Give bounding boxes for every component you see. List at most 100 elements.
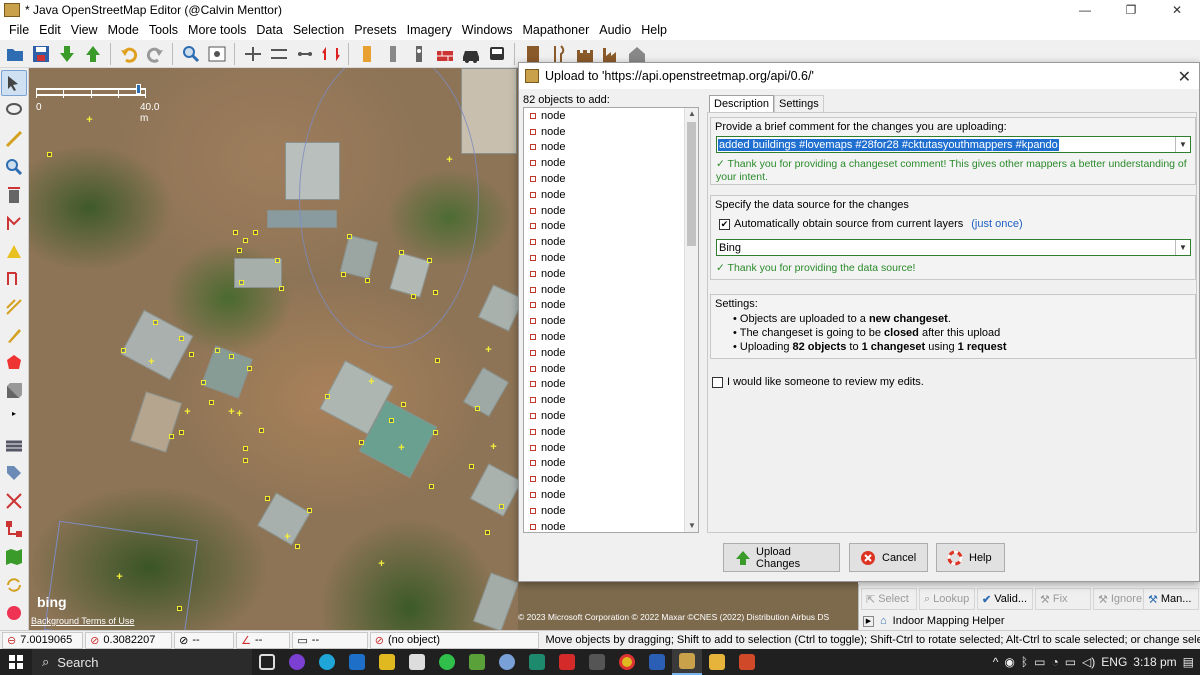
map-node[interactable] [201, 380, 206, 385]
bluetooth-icon[interactable]: ᛒ [1021, 655, 1028, 669]
align-icon[interactable] [293, 42, 316, 65]
upload-icon[interactable] [81, 42, 104, 65]
layers-panel-icon[interactable] [1, 432, 27, 458]
battery-icon[interactable]: ▭ [1034, 655, 1045, 669]
door-tool-icon[interactable] [381, 42, 404, 65]
parallel-mode-icon[interactable] [1, 210, 27, 236]
map-node[interactable] [229, 354, 234, 359]
validation-panel-icon[interactable] [1, 488, 27, 514]
map-node[interactable] [401, 402, 406, 407]
list-item[interactable]: node [524, 487, 698, 503]
list-item[interactable]: node [524, 124, 698, 140]
list-item[interactable]: node [524, 298, 698, 314]
map-node[interactable] [209, 400, 214, 405]
powerpoint-icon[interactable] [732, 649, 762, 675]
chevron-down-icon[interactable]: ▼ [1175, 240, 1190, 255]
map-node[interactable] [433, 430, 438, 435]
zoom-slider-knob[interactable] [136, 84, 141, 94]
map-node[interactable] [243, 238, 248, 243]
map-view[interactable]: + + + + + + + + + + + + + 0 40.0 m bing … [29, 68, 518, 630]
windows-start-icon[interactable] [0, 649, 32, 675]
map-node[interactable] [347, 234, 352, 239]
upload-changes-button[interactable]: Upload Changes [723, 543, 840, 572]
map-node[interactable] [179, 336, 184, 341]
scroll-up-arrow[interactable]: ▲ [685, 108, 698, 120]
map-node[interactable] [399, 250, 404, 255]
map-node[interactable] [177, 606, 182, 611]
layers-3d-icon[interactable] [1, 378, 27, 404]
menu-data[interactable]: Data [251, 23, 287, 37]
pencil-mode-icon[interactable] [1, 322, 27, 348]
expand-arrow-icon[interactable]: ▶ [863, 615, 874, 627]
menu-help[interactable]: Help [636, 23, 672, 37]
list-item[interactable]: node [524, 361, 698, 377]
list-item[interactable]: node [524, 155, 698, 171]
list-item[interactable]: node [524, 519, 698, 532]
auto-source-checkbox[interactable]: ✔ [719, 218, 730, 230]
list-item[interactable]: node [524, 234, 698, 250]
wall-tool-icon[interactable] [433, 42, 456, 65]
lookup-button[interactable]: ⌕ Lookup [919, 588, 975, 610]
changeset-comment-input[interactable]: added buildings #lovemaps #28for28 #cktu… [716, 136, 1191, 153]
car-icon[interactable] [459, 42, 482, 65]
whatsapp-icon[interactable] [432, 649, 462, 675]
map-node[interactable] [435, 358, 440, 363]
download-icon[interactable] [55, 42, 78, 65]
menu-more-tools[interactable]: More tools [183, 23, 251, 37]
map-node[interactable] [279, 286, 284, 291]
list-item[interactable]: node [524, 108, 698, 124]
combine-way-icon[interactable] [267, 42, 290, 65]
network-icon[interactable]: ◔ [1051, 655, 1058, 669]
list-item[interactable]: node [524, 424, 698, 440]
app-gray-icon[interactable] [582, 649, 612, 675]
list-item[interactable]: node [524, 282, 698, 298]
mapillary-panel-icon[interactable] [1, 600, 27, 626]
menu-edit[interactable]: Edit [34, 23, 66, 37]
manage-button[interactable]: ⚒ Man... [1143, 588, 1199, 610]
help-button[interactable]: Help [936, 543, 1005, 572]
select-button[interactable]: ⇱ Select [861, 588, 917, 610]
map-view-strip[interactable]: © 2023 Microsoft Corporation © 2022 Maxa… [518, 582, 858, 630]
map-node[interactable] [121, 348, 126, 353]
list-item[interactable]: node [524, 503, 698, 519]
map-panel-icon[interactable] [1, 544, 27, 570]
list-item[interactable]: node [524, 250, 698, 266]
close-window-button[interactable]: ✕ [1154, 0, 1200, 20]
word-icon[interactable] [642, 649, 672, 675]
list-item[interactable]: node [524, 313, 698, 329]
menu-mode[interactable]: Mode [103, 23, 144, 37]
indoor-mapping-helper-header[interactable]: ▶ ⌂ Indoor Mapping Helper [859, 612, 1200, 630]
wps-office-icon[interactable] [552, 649, 582, 675]
map-node[interactable] [359, 440, 364, 445]
scroll-down-arrow[interactable]: ▼ [685, 520, 698, 532]
menu-selection[interactable]: Selection [288, 23, 349, 37]
map-node[interactable] [153, 320, 158, 325]
map-node[interactable] [307, 508, 312, 513]
app-blue-circle-icon[interactable] [492, 649, 522, 675]
open-file-icon[interactable] [3, 42, 26, 65]
map-node[interactable] [169, 434, 174, 439]
chevron-down-icon[interactable]: ▼ [1175, 137, 1190, 152]
relations-panel-icon[interactable] [1, 516, 27, 542]
dialog-close-button[interactable]: ✕ [1178, 67, 1191, 87]
zoom-mode-icon[interactable] [1, 154, 27, 180]
just-once-link[interactable]: (just once) [971, 218, 1022, 230]
map-node[interactable] [485, 530, 490, 535]
map-node[interactable] [411, 294, 416, 299]
menu-view[interactable]: View [66, 23, 103, 37]
lasso-mode-icon[interactable] [1, 98, 27, 124]
list-item[interactable]: node [524, 408, 698, 424]
toilet-tool-icon[interactable] [407, 42, 430, 65]
menu-windows[interactable]: Windows [457, 23, 518, 37]
background-terms-link[interactable]: Background Terms of Use [31, 616, 134, 626]
building-mode-icon[interactable] [1, 294, 27, 320]
data-source-input[interactable]: Bing ▼ [716, 239, 1191, 256]
tray-app-icon[interactable]: ◉ [1004, 655, 1014, 669]
list-item[interactable]: node [524, 440, 698, 456]
taskbar-search[interactable]: ⌕ Search [32, 649, 252, 675]
list-item[interactable]: node [524, 329, 698, 345]
tags-panel-icon[interactable] [1, 460, 27, 486]
clock[interactable]: 3:18 pm [1133, 655, 1176, 669]
cancel-button[interactable]: Cancel [849, 543, 928, 572]
tab-description[interactable]: Description [709, 95, 775, 113]
